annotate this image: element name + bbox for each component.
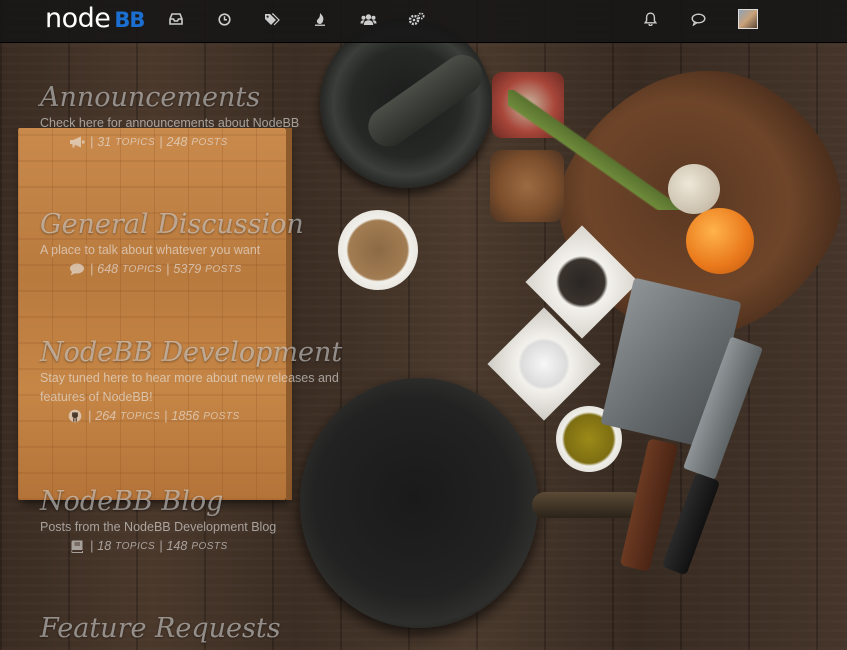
- clock-icon[interactable]: [214, 9, 234, 29]
- category-description: Check here for announcements about NodeB…: [40, 116, 300, 130]
- garlic-image: [668, 164, 720, 214]
- inbox-icon[interactable]: [166, 9, 186, 29]
- category-description: Stay tuned here to hear more about new r…: [40, 371, 339, 404]
- posts-label: POSTS: [191, 540, 228, 552]
- rosemary-image: [508, 90, 688, 210]
- category-title[interactable]: NodeBB Blog: [40, 486, 380, 518]
- users-icon[interactable]: [358, 9, 378, 29]
- category-title[interactable]: NodeBB Development: [40, 337, 380, 369]
- category-nodebb-development[interactable]: NodeBB Development Stay tuned here to he…: [40, 337, 380, 423]
- top-navbar: node BB: [0, 0, 847, 43]
- nodebb-logo[interactable]: node BB: [45, 3, 145, 35]
- category-title[interactable]: General Discussion: [40, 209, 380, 241]
- post-count: 5379: [173, 262, 202, 276]
- category-stats: | 18 TOPICS | 148 POSTS: [68, 539, 380, 553]
- topic-count: 648: [97, 262, 119, 276]
- book-icon: [68, 539, 86, 553]
- topic-count: 31: [97, 135, 112, 149]
- category-title[interactable]: Feature Requests: [40, 613, 281, 645]
- posts-label: POSTS: [191, 136, 228, 148]
- topics-label: TOPICS: [122, 263, 163, 275]
- posts-label: POSTS: [205, 263, 242, 275]
- comment-icon: [68, 262, 86, 276]
- topics-label: TOPICS: [115, 540, 156, 552]
- category-stats: | 264 TOPICS | 1856 POSTS: [66, 409, 380, 423]
- category-description: Posts from the NodeBB Development Blog: [40, 520, 277, 534]
- skillet-handle-image: [532, 492, 644, 518]
- category-title[interactable]: Announcements: [40, 82, 380, 114]
- bullhorn-icon: [68, 135, 86, 149]
- category-nodebb-blog[interactable]: NodeBB Blog Posts from the NodeBB Develo…: [40, 486, 380, 553]
- github-icon: [66, 409, 84, 423]
- bell-icon[interactable]: [640, 9, 660, 29]
- category-general-discussion[interactable]: General Discussion A place to talk about…: [40, 209, 380, 276]
- logo-word: node: [45, 3, 111, 34]
- category-announcements[interactable]: Announcements Check here for announcemen…: [40, 82, 380, 149]
- orange-image: [686, 208, 754, 274]
- topic-count: 18: [97, 539, 112, 553]
- topics-label: TOPICS: [115, 136, 156, 148]
- gears-icon[interactable]: [406, 9, 426, 29]
- category-stats: | 31 TOPICS | 248 POSTS: [68, 135, 380, 149]
- user-avatar[interactable]: [738, 9, 758, 29]
- cutting-board-image: [18, 128, 292, 500]
- posts-label: POSTS: [203, 410, 240, 422]
- logo-badge: BB: [114, 8, 145, 32]
- popular-flame-icon[interactable]: [310, 9, 330, 29]
- topic-count: 264: [95, 409, 117, 423]
- post-count: 1856: [171, 409, 200, 423]
- post-count: 148: [166, 539, 188, 553]
- category-stats: | 648 TOPICS | 5379 POSTS: [68, 262, 380, 276]
- chat-icon[interactable]: [688, 9, 708, 29]
- tags-icon[interactable]: [262, 9, 282, 29]
- topics-label: TOPICS: [120, 410, 161, 422]
- category-feature-requests[interactable]: Feature Requests: [40, 613, 281, 645]
- post-count: 248: [166, 135, 188, 149]
- category-description: A place to talk about whatever you want: [40, 243, 261, 257]
